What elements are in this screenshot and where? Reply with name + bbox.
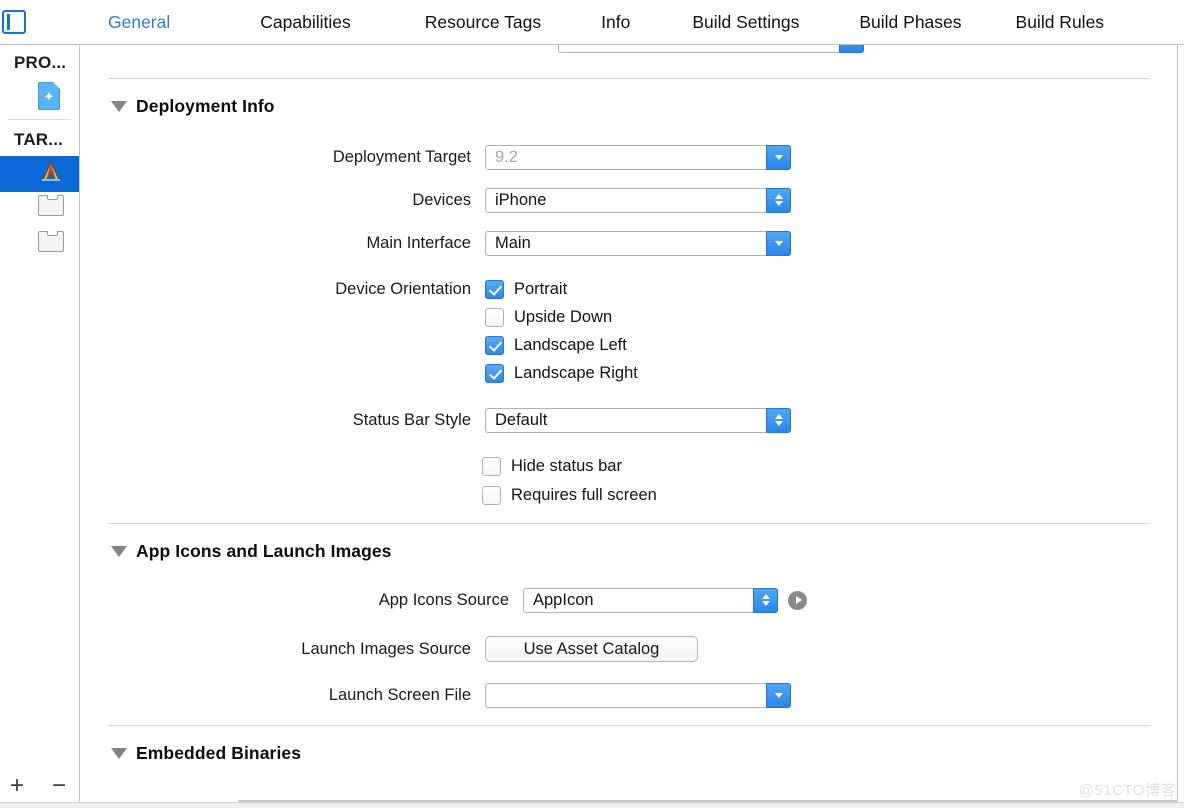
content-right-border: [1177, 45, 1178, 802]
row-requires-full-screen: Requires full screen: [81, 480, 1177, 511]
checkbox-hide-status-bar[interactable]: [482, 457, 501, 476]
sidebar-divider: [8, 119, 71, 120]
label-deployment-target: Deployment Target: [81, 148, 485, 167]
deployment-target-value: 9.2: [486, 148, 518, 167]
label-launch-screen-file: Launch Screen File: [81, 686, 485, 705]
project-targets-sidebar: PRO... ✦ TAR...: [0, 45, 80, 808]
status-bar-style-popup-button[interactable]: Default: [485, 408, 791, 433]
test-bundle-icon: [38, 195, 64, 225]
section-header-app-icons[interactable]: App Icons and Launch Images: [81, 536, 1177, 566]
settings-content: Deployment Info Deployment Target 9.2 De…: [81, 45, 1177, 768]
add-target-button[interactable]: +: [4, 774, 30, 798]
row-main-interface: Main Interface Main: [81, 227, 1177, 259]
tab-list: General Capabilities Resource Tags Info …: [92, 0, 1104, 44]
deployment-target-combo[interactable]: 9.2: [485, 145, 791, 170]
chevron-down-icon: [839, 45, 864, 53]
test-bundle-icon: [38, 231, 64, 261]
label-portrait: Portrait: [514, 280, 567, 299]
label-devices: Devices: [81, 191, 485, 210]
chevron-down-icon[interactable]: [766, 145, 791, 170]
checkbox-upside-down[interactable]: [485, 308, 504, 327]
label-status-bar-style: Status Bar Style: [81, 411, 485, 430]
disclosure-triangle-icon[interactable]: [111, 546, 127, 557]
row-orientation-landscape-right: Landscape Right: [81, 359, 1177, 387]
label-upside-down: Upside Down: [514, 308, 612, 327]
label-landscape-left: Landscape Left: [514, 336, 627, 355]
chevron-down-icon[interactable]: [766, 683, 791, 708]
app-target-icon: [38, 159, 64, 189]
tab-capabilities[interactable]: Capabilities: [260, 12, 350, 33]
row-launch-screen-file: Launch Screen File: [81, 679, 1177, 711]
status-bar-style-value: Default: [486, 411, 547, 430]
editor-panel-icon[interactable]: [2, 10, 26, 34]
arrow-right-circle-icon[interactable]: [788, 591, 807, 610]
checkbox-requires-full-screen[interactable]: [482, 486, 501, 505]
checkbox-portrait[interactable]: [485, 280, 504, 299]
row-devices: Devices iPhone: [81, 184, 1177, 216]
remove-target-button[interactable]: −: [46, 774, 72, 798]
devices-popup-button[interactable]: iPhone: [485, 188, 791, 213]
use-asset-catalog-button[interactable]: Use Asset Catalog: [485, 636, 698, 662]
xcode-project-editor: General Capabilities Resource Tags Info …: [0, 0, 1184, 808]
sidebar-header-project: PRO...: [0, 45, 79, 79]
label-launch-images-source: Launch Images Source: [81, 640, 485, 659]
chevron-up-down-icon[interactable]: [766, 188, 791, 213]
watermark: @51CTO博客: [1079, 779, 1176, 800]
label-device-orientation: Device Orientation: [81, 280, 485, 299]
label-requires-full-screen: Requires full screen: [511, 486, 657, 505]
app-icons-source-value: AppIcon: [524, 591, 594, 610]
sidebar-item-project[interactable]: ✦: [0, 79, 79, 115]
settings-scroll-area[interactable]: Deployment Info Deployment Target 9.2 De…: [81, 45, 1177, 808]
sidebar-item-app-target[interactable]: [0, 156, 79, 192]
sidebar-item-test-target-2[interactable]: [0, 228, 79, 264]
disclosure-triangle-icon[interactable]: [111, 748, 127, 759]
label-app-icons-source: App Icons Source: [81, 591, 523, 610]
editor-tab-bar: General Capabilities Resource Tags Info …: [0, 0, 1184, 45]
tab-build-settings[interactable]: Build Settings: [692, 12, 799, 33]
launch-screen-file-combo[interactable]: [485, 683, 791, 708]
sidebar-item-test-target-1[interactable]: [0, 192, 79, 228]
label-landscape-right: Landscape Right: [514, 364, 638, 383]
row-deployment-target: Deployment Target 9.2: [81, 141, 1177, 173]
row-orientation-portrait: Device Orientation Portrait: [81, 275, 1177, 303]
chevron-up-down-icon[interactable]: [753, 588, 778, 613]
section-title-deployment-info: Deployment Info: [136, 96, 275, 117]
tab-build-rules[interactable]: Build Rules: [1016, 12, 1105, 33]
row-orientation-upside-down: Upside Down: [81, 303, 1177, 331]
row-launch-images-source: Launch Images Source Use Asset Catalog: [81, 633, 1177, 665]
devices-value: iPhone: [486, 191, 546, 210]
label-main-interface: Main Interface: [81, 234, 485, 253]
section-header-embedded-binaries[interactable]: Embedded Binaries: [81, 738, 1177, 768]
row-orientation-landscape-left: Landscape Left: [81, 331, 1177, 359]
app-icons-source-popup-button[interactable]: AppIcon: [523, 588, 778, 613]
window-bottom-edge: [0, 802, 1184, 808]
chevron-down-icon[interactable]: [766, 231, 791, 256]
tab-resource-tags[interactable]: Resource Tags: [425, 12, 541, 33]
project-file-icon: ✦: [38, 82, 64, 112]
section-header-deployment-info[interactable]: Deployment Info: [81, 91, 1177, 121]
section-title-embedded-binaries: Embedded Binaries: [136, 743, 301, 764]
chevron-up-down-icon[interactable]: [766, 408, 791, 433]
main-interface-combo[interactable]: Main: [485, 231, 791, 256]
checkbox-landscape-right[interactable]: [485, 364, 504, 383]
checkbox-landscape-left[interactable]: [485, 336, 504, 355]
main-interface-value: Main: [486, 234, 531, 253]
sidebar-header-targets: TAR...: [0, 122, 79, 156]
disclosure-triangle-icon[interactable]: [111, 101, 127, 112]
row-app-icons-source: App Icons Source AppIcon: [81, 584, 1177, 616]
row-hide-status-bar: Hide status bar: [81, 452, 1177, 480]
row-status-bar-style: Status Bar Style Default: [81, 404, 1177, 436]
tab-build-phases[interactable]: Build Phases: [859, 12, 961, 33]
clipped-combo-box-above[interactable]: [558, 45, 864, 53]
tab-general[interactable]: General: [108, 12, 170, 33]
tab-info[interactable]: Info: [601, 12, 630, 33]
label-hide-status-bar: Hide status bar: [511, 457, 622, 476]
section-title-app-icons: App Icons and Launch Images: [136, 541, 392, 562]
